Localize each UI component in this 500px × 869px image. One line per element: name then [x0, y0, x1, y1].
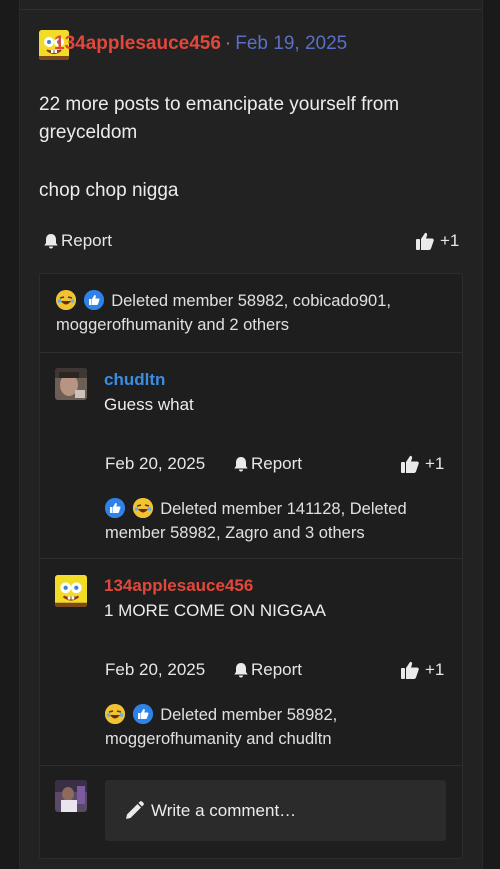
like-count: +1	[425, 454, 445, 473]
thumbs-up-icon	[401, 661, 419, 679]
post-header: 134applesauce456 · Feb 19, 2025	[54, 32, 347, 56]
post-body: 22 more posts to emancipate yourself fro…	[39, 91, 459, 205]
comment-date-link[interactable]: Feb 20, 2025	[105, 659, 205, 681]
laughing-reaction-icon	[105, 704, 125, 724]
divider	[40, 558, 462, 559]
like-reaction-icon	[132, 704, 153, 724]
like-button[interactable]: +1	[400, 659, 444, 681]
comment-date-link[interactable]: Feb 20, 2025	[105, 453, 205, 475]
write-comment-input[interactable]: Write a comment…	[105, 780, 446, 841]
photo-avatar-icon	[55, 780, 87, 812]
reactions-text: Deleted member 58982, cobicado901, mogge…	[56, 292, 391, 334]
avatar[interactable]	[55, 780, 87, 812]
reactions-summary[interactable]: Deleted member 58982, cobicado901, mogge…	[56, 289, 451, 337]
report-label: Report	[61, 231, 113, 250]
post-author-link[interactable]: 134applesauce456	[54, 33, 221, 54]
report-label: Report	[251, 454, 303, 473]
avatar[interactable]	[55, 368, 87, 400]
like-count: +1	[425, 660, 445, 679]
comment-text: 1 MORE COME ON NIGGAA	[104, 601, 326, 620]
post-date-link[interactable]: Feb 19, 2025	[235, 33, 347, 54]
report-button[interactable]: Report	[233, 659, 302, 681]
comment-author-link[interactable]: chudltn	[104, 369, 165, 391]
photo-avatar-icon	[55, 368, 87, 400]
comment-text: Guess what	[104, 395, 194, 414]
pencil-icon	[126, 800, 144, 819]
reactions-comments-box: Deleted member 58982, cobicado901, mogge…	[39, 273, 463, 859]
reactions-summary[interactable]: Deleted member 141128, Deleted member 58…	[105, 497, 450, 545]
post-text-line: 22 more posts to emancipate yourself fro…	[39, 94, 400, 143]
like-button[interactable]: +1	[415, 230, 459, 252]
like-reaction-icon	[105, 498, 125, 518]
like-reaction-icon	[83, 290, 104, 310]
reactions-summary[interactable]: Deleted member 58982, moggerofhumanity a…	[105, 703, 450, 751]
thumbs-up-icon	[401, 455, 419, 473]
like-count: +1	[440, 231, 460, 250]
laughing-reaction-icon	[56, 290, 76, 310]
report-label: Report	[251, 660, 303, 679]
separator: ·	[224, 33, 232, 54]
laughing-reaction-icon	[132, 498, 153, 518]
divider	[20, 9, 482, 10]
post-text-line: chop chop nigga	[39, 180, 179, 201]
comment-author-link[interactable]: 134applesauce456	[104, 575, 253, 597]
avatar[interactable]	[55, 575, 87, 607]
thumbs-up-icon	[416, 232, 434, 250]
write-comment-placeholder: Write a comment…	[151, 800, 297, 820]
report-button[interactable]: Report	[233, 453, 302, 475]
report-button[interactable]: Report	[43, 230, 112, 252]
bell-icon	[44, 233, 58, 248]
bell-icon	[234, 456, 248, 471]
like-button[interactable]: +1	[400, 453, 444, 475]
divider	[40, 352, 462, 353]
bell-icon	[234, 662, 248, 677]
divider	[40, 765, 462, 766]
spongebob-avatar-icon	[55, 575, 87, 607]
